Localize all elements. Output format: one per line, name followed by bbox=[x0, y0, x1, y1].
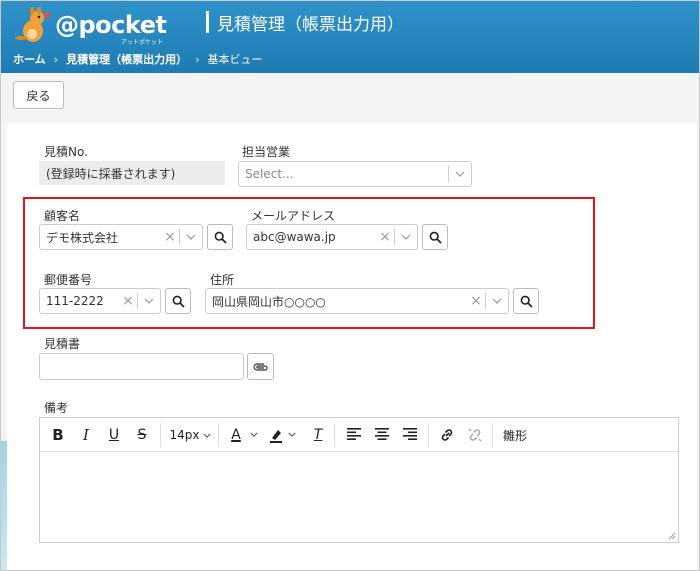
template-button[interactable]: 雛形 bbox=[502, 425, 528, 445]
search-icon bbox=[520, 295, 533, 308]
postal-label: 郵便番号 bbox=[44, 273, 93, 287]
search-icon bbox=[214, 231, 227, 244]
align-center-icon[interactable] bbox=[375, 428, 389, 440]
clear-icon[interactable]: × bbox=[119, 293, 137, 309]
chevron-down-icon[interactable] bbox=[395, 234, 417, 240]
breadcrumb-current: 基本ビュー bbox=[207, 53, 263, 66]
toolbar-divider bbox=[428, 423, 429, 447]
email-value: abc@wawa.jp bbox=[253, 230, 336, 244]
toolbar-divider bbox=[334, 423, 335, 447]
clear-icon[interactable]: × bbox=[467, 293, 485, 309]
title-divider bbox=[206, 11, 209, 33]
editor-content[interactable] bbox=[40, 453, 678, 542]
bold-button[interactable]: B bbox=[50, 425, 66, 445]
chevron-down-icon[interactable] bbox=[250, 432, 258, 437]
italic-button[interactable]: I bbox=[78, 425, 94, 445]
breadcrumb-app[interactable]: 見積管理（帳票出力用） bbox=[66, 51, 187, 67]
highlight-marker-icon[interactable] bbox=[268, 427, 284, 443]
underline-button[interactable]: U bbox=[106, 425, 122, 445]
font-size-select[interactable]: 14px bbox=[168, 425, 212, 445]
app-window: @pocket アットポケット 見積管理（帳票出力用） ホーム › 見積管理（帳… bbox=[0, 0, 700, 571]
rich-text-editor: B I U S 14px A T 雛形 bbox=[39, 417, 679, 543]
customer-value: デモ株式会社 bbox=[46, 230, 119, 245]
postal-search-button[interactable] bbox=[165, 288, 191, 314]
search-icon bbox=[172, 295, 185, 308]
email-label: メールアドレス bbox=[251, 209, 336, 223]
paperclip-icon bbox=[252, 362, 268, 371]
estimate-no-label: 見積No. bbox=[44, 145, 88, 159]
sales-rep-placeholder: Select... bbox=[245, 167, 294, 181]
email-search-button[interactable] bbox=[422, 224, 448, 250]
editor-toolbar: B I U S 14px A T 雛形 bbox=[40, 418, 678, 452]
strikethrough-button[interactable]: S bbox=[134, 425, 150, 445]
address-search-button[interactable] bbox=[513, 288, 539, 314]
postal-value: 111-2222 bbox=[46, 294, 104, 308]
page-title: 見積管理（帳票出力用） bbox=[217, 15, 404, 35]
estimate-no-value: (登録時に採番されます) bbox=[39, 161, 225, 185]
chevron-down-icon bbox=[202, 433, 211, 438]
chevron-down-icon[interactable] bbox=[138, 298, 160, 304]
customer-select[interactable]: デモ株式会社 × bbox=[39, 224, 203, 250]
app-logo[interactable]: @pocket アットポケット bbox=[13, 7, 167, 46]
address-select[interactable]: 岡山県岡山市○○○○ × bbox=[205, 288, 509, 314]
estimate-doc-input[interactable] bbox=[39, 353, 244, 380]
link-icon[interactable] bbox=[439, 427, 455, 443]
address-label: 住所 bbox=[210, 273, 235, 287]
email-select[interactable]: abc@wawa.jp × bbox=[246, 224, 418, 250]
chevron-down-icon[interactable] bbox=[449, 171, 471, 177]
align-right-icon[interactable] bbox=[403, 428, 417, 440]
action-toolbar: 戻る bbox=[1, 73, 699, 117]
breadcrumb-separator: › bbox=[53, 52, 59, 66]
chevron-down-icon[interactable] bbox=[288, 432, 296, 437]
back-button[interactable]: 戻る bbox=[13, 81, 64, 109]
logo-subtext: アットポケット bbox=[121, 39, 164, 46]
breadcrumb: ホーム › 見積管理（帳票出力用） › 基本ビュー bbox=[13, 51, 262, 67]
toolbar-divider bbox=[160, 423, 161, 447]
sales-rep-label: 担当営業 bbox=[242, 145, 291, 159]
kangaroo-mascot-icon bbox=[15, 7, 50, 42]
search-icon bbox=[429, 231, 442, 244]
clear-icon[interactable]: × bbox=[376, 229, 394, 245]
clear-format-button[interactable]: T bbox=[310, 425, 326, 445]
chevron-down-icon[interactable] bbox=[180, 234, 202, 240]
customer-label: 顧客名 bbox=[44, 209, 81, 223]
notes-label: 備考 bbox=[44, 401, 69, 415]
unlink-icon[interactable] bbox=[467, 427, 483, 443]
sales-rep-select[interactable]: Select... bbox=[238, 161, 472, 187]
align-left-icon[interactable] bbox=[347, 428, 361, 440]
clear-icon[interactable]: × bbox=[161, 229, 179, 245]
resize-grip-icon[interactable] bbox=[668, 532, 676, 540]
chevron-down-icon[interactable] bbox=[486, 298, 508, 304]
postal-select[interactable]: 111-2222 × bbox=[39, 288, 161, 314]
app-header: @pocket アットポケット 見積管理（帳票出力用） ホーム › 見積管理（帳… bbox=[1, 1, 699, 73]
toolbar-divider bbox=[218, 423, 219, 447]
address-value: 岡山県岡山市○○○○ bbox=[212, 294, 326, 309]
toolbar-divider bbox=[492, 423, 493, 447]
text-color-button[interactable]: A bbox=[228, 425, 244, 445]
estimate-doc-label: 見積書 bbox=[44, 337, 81, 351]
logo-text: @pocket bbox=[55, 11, 167, 39]
breadcrumb-home[interactable]: ホーム bbox=[13, 51, 46, 67]
attach-button[interactable] bbox=[247, 353, 274, 380]
customer-search-button[interactable] bbox=[207, 224, 233, 250]
font-size-value: 14px bbox=[169, 428, 200, 442]
breadcrumb-separator: › bbox=[195, 52, 200, 66]
